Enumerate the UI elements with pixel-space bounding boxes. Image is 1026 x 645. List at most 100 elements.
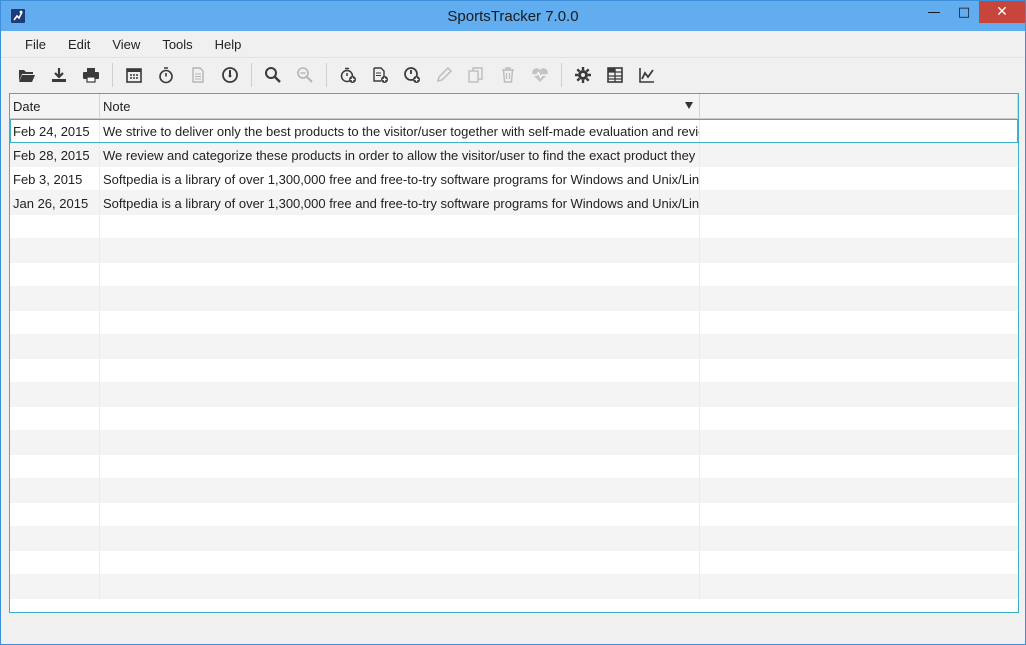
cell-date [10, 359, 100, 383]
add-exercise-button[interactable] [332, 60, 364, 90]
cell-note [100, 215, 700, 239]
table-row-empty[interactable] [10, 239, 1018, 263]
table-row-empty[interactable] [10, 311, 1018, 335]
add-note-button[interactable] [364, 60, 396, 90]
save-icon [52, 68, 66, 82]
cell-note [100, 239, 700, 263]
menu-tools[interactable]: Tools [152, 34, 202, 55]
save-button[interactable] [43, 60, 75, 90]
toolbar-separator [112, 63, 113, 87]
table-row-empty[interactable] [10, 383, 1018, 407]
cell-date [10, 431, 100, 455]
note-list-button[interactable] [182, 60, 214, 90]
cell-note [100, 287, 700, 311]
table-row-empty[interactable] [10, 527, 1018, 551]
calendar-icon [126, 68, 142, 83]
table-row-empty[interactable] [10, 263, 1018, 287]
print-icon [83, 68, 99, 83]
copy-entry-button[interactable] [460, 60, 492, 90]
filter-button[interactable] [257, 60, 289, 90]
table-row[interactable]: Feb 3, 2015 Softpedia is a library of ove… [10, 167, 1018, 191]
preferences-button[interactable] [567, 60, 599, 90]
cell-date [10, 383, 100, 407]
cell-note: We strive to deliver only the best produ… [100, 119, 700, 143]
exercise-list-button[interactable] [150, 60, 182, 90]
cell-date [10, 311, 100, 335]
statistics-button[interactable] [631, 60, 663, 90]
heartrate-button[interactable] [524, 60, 556, 90]
table-row-empty[interactable] [10, 503, 1018, 527]
maximize-button[interactable]: □ [949, 1, 979, 23]
cell-date [10, 551, 100, 575]
minimize-button[interactable]: — [919, 1, 949, 23]
cell-date [10, 239, 100, 263]
column-header-filler [700, 94, 1018, 119]
menu-file[interactable]: File [15, 34, 56, 55]
add-weight-button[interactable] [396, 60, 428, 90]
weight-list-button[interactable] [214, 60, 246, 90]
cell-filler [700, 359, 1018, 383]
cell-filler [700, 407, 1018, 431]
cell-note: We review and categorize these products … [100, 143, 700, 167]
table-row[interactable]: Feb 24, 2015 We strive to deliver only th… [10, 119, 1018, 143]
cell-filler [700, 527, 1018, 551]
table-row-empty[interactable] [10, 215, 1018, 239]
column-header-note[interactable]: Note [100, 94, 700, 119]
cell-note [100, 383, 700, 407]
toolbar-separator [251, 63, 252, 87]
table-row[interactable]: Feb 28, 2015 We review and categorize the… [10, 143, 1018, 167]
cell-date [10, 503, 100, 527]
menu-bar: File Edit View Tools Help [1, 31, 1025, 58]
title-bar: SportsTracker 7.0.0 — □ ✕ [1, 1, 1025, 31]
cell-note [100, 407, 700, 431]
add-exercise-icon [340, 67, 356, 83]
table-row-empty[interactable] [10, 335, 1018, 359]
cell-filler [700, 431, 1018, 455]
cell-filler [700, 383, 1018, 407]
window-controls: — □ ✕ [919, 1, 1025, 23]
table-row-empty[interactable] [10, 479, 1018, 503]
app-icon[interactable] [10, 8, 26, 24]
cell-date [10, 527, 100, 551]
table-row[interactable]: Jan 26, 2015 Softpedia is a library of ov… [10, 191, 1018, 215]
table-row-empty[interactable] [10, 359, 1018, 383]
menu-view[interactable]: View [102, 34, 150, 55]
column-header-date[interactable]: Date [10, 94, 100, 119]
zoom-out-icon [297, 67, 313, 83]
menu-edit[interactable]: Edit [58, 34, 100, 55]
calendar-view-button[interactable] [118, 60, 150, 90]
close-button[interactable]: ✕ [979, 1, 1025, 23]
table-row-empty[interactable] [10, 287, 1018, 311]
edit-entry-button[interactable] [428, 60, 460, 90]
table-row-empty[interactable] [10, 407, 1018, 431]
cell-date: Feb 28, 2015 [10, 143, 100, 167]
table-header: Date Note [10, 94, 1018, 119]
cell-date [10, 455, 100, 479]
menu-help[interactable]: Help [205, 34, 252, 55]
table-row-empty[interactable] [10, 575, 1018, 599]
cell-note [100, 335, 700, 359]
cell-note [100, 551, 700, 575]
cell-note [100, 263, 700, 287]
heartrate-icon [532, 68, 548, 82]
cell-filler [700, 167, 1018, 191]
cell-date [10, 407, 100, 431]
open-button[interactable] [11, 60, 43, 90]
cell-filler [700, 479, 1018, 503]
overview-button[interactable] [599, 60, 631, 90]
zoom-in-icon [265, 67, 281, 83]
table-row-empty[interactable] [10, 431, 1018, 455]
cell-date [10, 215, 100, 239]
cell-date [10, 287, 100, 311]
delete-entry-button[interactable] [492, 60, 524, 90]
table-body: Feb 24, 2015 We strive to deliver only th… [10, 119, 1018, 599]
add-weight-icon [404, 67, 420, 83]
entry-table[interactable]: Date Note Feb 24, 2015 We strive to deliv… [9, 93, 1019, 613]
table-row-empty[interactable] [10, 551, 1018, 575]
cell-date [10, 479, 100, 503]
cell-filler [700, 311, 1018, 335]
print-button[interactable] [75, 60, 107, 90]
cell-note [100, 575, 700, 599]
table-row-empty[interactable] [10, 455, 1018, 479]
filter-clear-button[interactable] [289, 60, 321, 90]
